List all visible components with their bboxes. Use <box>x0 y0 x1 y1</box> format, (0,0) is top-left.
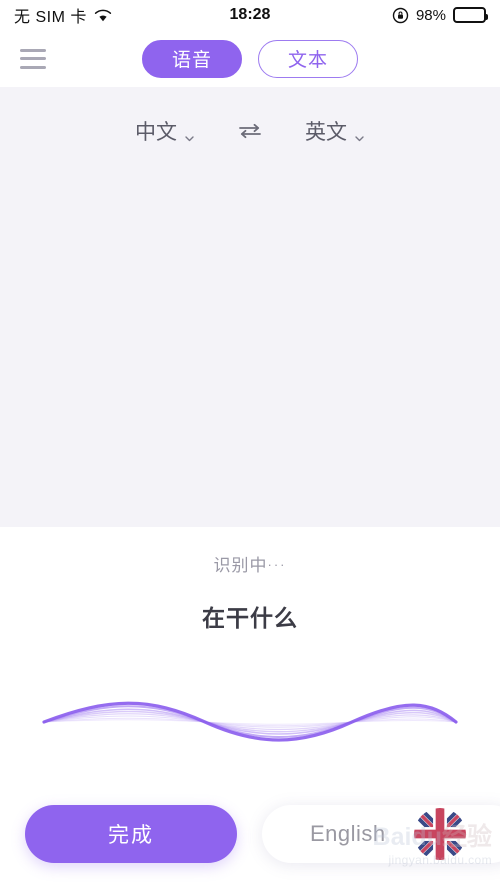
done-button[interactable]: 完成 <box>25 805 237 863</box>
status-bar-right: 98% <box>392 6 488 24</box>
target-language-selector[interactable]: 英文 <box>305 116 365 146</box>
bottom-action-bar: 完成 English Baidu经验 jingyan.baidu.com <box>0 795 500 889</box>
recognized-text: 在干什么 <box>202 605 298 631</box>
status-bar: 无 SIM 卡 18:28 98% <box>0 0 500 30</box>
rotation-lock-icon <box>392 7 409 24</box>
swap-arrows-icon[interactable] <box>237 120 263 142</box>
recognition-status: 识别中··· <box>0 551 500 576</box>
battery-full-icon <box>453 7 488 23</box>
translation-panel: 中文 英文 <box>0 87 500 527</box>
source-language-label: 中文 <box>135 121 177 144</box>
hamburger-menu-icon[interactable] <box>20 48 46 69</box>
target-language-label: 英文 <box>305 121 347 144</box>
top-nav-bar: 语音 文本 <box>0 30 500 87</box>
loading-dots: ··· <box>267 557 287 572</box>
tab-text[interactable]: 文本 <box>258 39 358 78</box>
uk-flag-icon <box>414 808 466 860</box>
chevron-down-icon <box>354 126 365 141</box>
english-language-card[interactable]: English <box>262 805 500 863</box>
audio-waveform <box>0 677 500 767</box>
chevron-down-icon <box>184 126 195 141</box>
status-bar-left: 无 SIM 卡 <box>14 3 113 27</box>
wifi-icon <box>93 8 113 23</box>
english-label: English <box>310 821 386 846</box>
carrier-label: 无 SIM 卡 <box>14 9 87 26</box>
tab-voice[interactable]: 语音 <box>142 39 242 78</box>
app-screen: 无 SIM 卡 18:28 98% 语音 文本 中文 英文 识别中··· 在干什… <box>0 0 500 889</box>
source-language-selector[interactable]: 中文 <box>135 116 195 146</box>
recognition-status-label: 识别中 <box>213 556 268 575</box>
battery-percent-label: 98% <box>415 6 446 24</box>
language-selector-bar: 中文 英文 <box>0 113 500 149</box>
mode-tabs: 语音 文本 <box>142 39 358 78</box>
voice-input-section: 识别中··· 在干什么 完成 English Baidu经验 jingyan.b… <box>0 527 500 889</box>
